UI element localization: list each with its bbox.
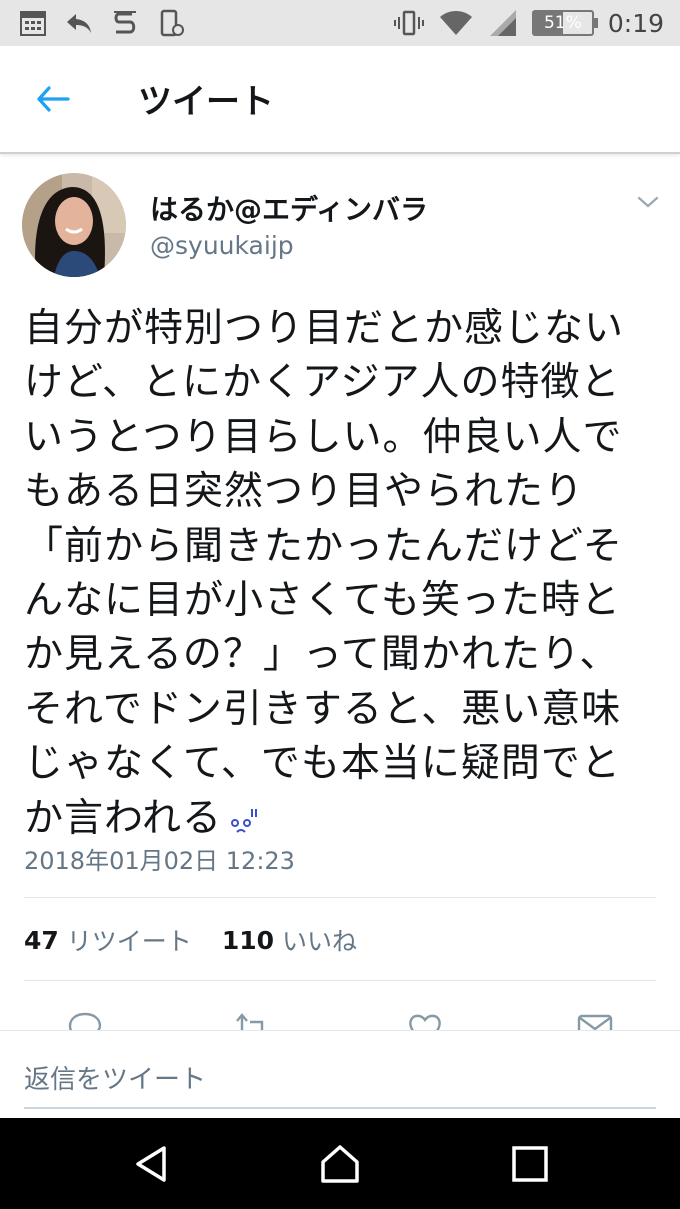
reply-underline	[24, 1107, 656, 1109]
reply-input[interactable]: 返信をツイート	[24, 1059, 206, 1096]
author-name[interactable]: はるか@エディンバラ	[150, 188, 428, 228]
tweet-text-line: じゃなくて、でも本当に疑問でと	[24, 741, 621, 787]
like-count[interactable]: 110	[222, 926, 274, 955]
tweet-stats: 47 リツイート 110 いいね	[24, 922, 379, 958]
reply-icon[interactable]	[67, 1010, 103, 1030]
tweet-text-line: か言われる	[24, 795, 223, 841]
tweet-text: 自分が特別つり目だとか感じない けど、とにかくアジア人の特徴と いうとつり目らし…	[24, 302, 664, 846]
divider	[24, 980, 656, 981]
tweet-text-line: いうとつり目らしい。仲良い人で	[24, 414, 623, 460]
tweet-text-line: 自分が特別つり目だとか感じない	[24, 306, 625, 351]
s-app-icon	[114, 11, 136, 34]
avatar[interactable]	[22, 173, 126, 277]
tweet-text-line: んなに目が小さくても笑った時と	[24, 578, 621, 624]
back-arrow-icon	[37, 86, 70, 112]
tweet-actions	[0, 1000, 680, 1030]
nav-home-icon[interactable]	[320, 1144, 360, 1184]
tweet-text-line: けど、とにかくアジア人の特徴と	[24, 360, 621, 406]
divider	[24, 897, 656, 898]
tweet-text-line: それでドン引きすると、悪い意味	[24, 686, 622, 732]
like-label[interactable]: いいね	[282, 922, 357, 958]
system-nav-bar	[0, 1118, 680, 1209]
signal-icon	[489, 10, 516, 36]
tweet-timestamp: 2018年01月02日 12:23	[24, 847, 295, 875]
nav-back-icon[interactable]	[132, 1144, 172, 1184]
vibrate-icon	[393, 10, 424, 36]
tweet-text-line: か見えるの？」って聞かれたり、	[24, 632, 620, 678]
like-icon[interactable]	[407, 1010, 443, 1030]
avatar-image	[22, 173, 126, 277]
sweat-face-icon	[231, 809, 258, 833]
retweet-icon[interactable]	[234, 1010, 270, 1030]
retweet-count[interactable]: 47	[24, 926, 59, 955]
battery-indicator: 51%	[531, 10, 598, 36]
tweet-text-line: 「前から聞きたかったんだけどそ	[24, 523, 623, 569]
back-button[interactable]	[30, 76, 76, 122]
clock: 0:19	[607, 8, 664, 38]
nav-recents-icon[interactable]	[510, 1144, 550, 1184]
chevron-down-icon[interactable]	[636, 192, 660, 212]
page-title: ツイート	[138, 82, 274, 122]
reply-icon	[67, 14, 91, 33]
reply-composer[interactable]: 返信をツイート	[0, 1030, 680, 1119]
retweet-label[interactable]: リツイート	[67, 922, 192, 958]
phone-settings-icon	[160, 9, 184, 37]
author-handle[interactable]: @syuukaijp	[150, 231, 294, 260]
tweet-text-line: もある日突然つり目やられたり	[24, 469, 585, 515]
dm-icon[interactable]	[577, 1010, 613, 1030]
battery-percent: 51%	[543, 13, 582, 33]
top-app-bar: ツイート	[0, 46, 680, 154]
status-bar: 51% 0:19	[0, 0, 680, 46]
wifi-icon	[439, 11, 472, 35]
tweet-text-last-line: か言われる	[24, 792, 664, 846]
calendar-icon	[20, 11, 46, 36]
